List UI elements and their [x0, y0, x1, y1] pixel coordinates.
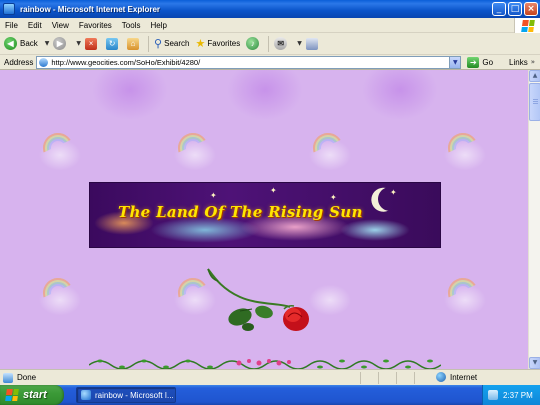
address-url: http://www.geocities.com/SoHo/Exhibit/42… — [51, 57, 201, 67]
ie-icon — [3, 3, 15, 15]
start-button[interactable]: start — [0, 385, 64, 405]
back-icon: ◀ — [4, 37, 17, 50]
vine-border-image — [89, 359, 441, 369]
minimize-button[interactable]: _ — [492, 2, 506, 16]
banner-title: The Land Of The Rising Sun — [118, 203, 363, 221]
menu-help[interactable]: Help — [145, 21, 171, 30]
back-dropdown-icon[interactable]: ▼ — [45, 40, 50, 47]
address-bar: Address http://www.geocities.com/SoHo/Ex… — [0, 55, 540, 70]
back-button[interactable]: ◀ Back — [4, 37, 38, 50]
rainbow-decoration — [31, 266, 84, 319]
menu-bar: File Edit View Favorites Tools Help — [0, 18, 540, 33]
start-label: start — [23, 389, 47, 401]
status-bar: Done Internet — [0, 369, 540, 385]
taskbar-item-ie[interactable]: rainbow - Microsoft I... — [76, 387, 176, 403]
forward-icon: ▶ — [53, 37, 67, 50]
menu-view[interactable]: View — [47, 21, 74, 30]
menu-file[interactable]: File — [0, 21, 23, 30]
favorites-button[interactable]: ★ Favorites — [195, 37, 240, 50]
status-panes — [360, 372, 430, 384]
stop-icon: × — [85, 37, 98, 50]
favorites-label: Favorites — [207, 39, 241, 48]
forward-dropdown-icon[interactable]: ▼ — [76, 40, 81, 47]
forward-button[interactable]: ▶ — [53, 37, 69, 50]
window-titlebar[interactable]: rainbow - Microsoft Internet Explorer _ … — [0, 0, 540, 18]
address-dropdown-icon[interactable]: ▼ — [449, 56, 461, 68]
rainbow-decoration — [31, 121, 84, 174]
rose-image — [207, 268, 309, 331]
banner-cloud — [340, 219, 410, 241]
maximize-button[interactable]: □ — [508, 2, 522, 16]
scroll-down-button[interactable]: ▼ — [529, 357, 540, 369]
go-icon[interactable]: ➔ — [467, 56, 480, 68]
rainbow-decoration — [436, 121, 489, 174]
media-icon: ♪ — [246, 37, 260, 50]
network-icon[interactable] — [488, 390, 498, 400]
rainbow-decoration — [301, 121, 354, 174]
windows-flag-icon — [520, 19, 535, 32]
star-icon: ✦ — [270, 186, 277, 195]
windows-logo — [514, 18, 540, 33]
toolbar-separator — [148, 35, 150, 52]
globe-icon — [436, 372, 446, 382]
home-icon: ⌂ — [127, 37, 140, 50]
crescent-moon-icon — [375, 184, 406, 215]
print-icon — [305, 37, 318, 50]
search-label: Search — [164, 39, 190, 48]
mail-dropdown-icon[interactable]: ▼ — [297, 40, 302, 47]
scroll-up-button[interactable]: ▲ — [529, 70, 540, 82]
window-title: rainbow - Microsoft Internet Explorer — [20, 4, 161, 14]
menu-edit[interactable]: Edit — [23, 21, 47, 30]
refresh-icon: ↻ — [106, 37, 119, 50]
search-button[interactable]: ⚲ Search — [154, 37, 189, 50]
address-label: Address — [4, 57, 34, 67]
system-tray: 2:37 PM — [482, 385, 540, 405]
title-banner-image: ✦ ✦ ✦ ✦ The Land Of The Rising Sun — [89, 182, 441, 248]
security-zone: Internet — [436, 372, 477, 382]
standard-toolbar: ◀ Back ▼ ▶ ▼ × ↻ ⌂ ⚲ Search ★ Favorites … — [0, 33, 540, 55]
print-button[interactable] — [305, 37, 321, 50]
page-done-icon — [3, 372, 13, 383]
scrollbar-thumb[interactable] — [529, 83, 540, 121]
toolbar-separator — [268, 35, 270, 52]
close-button[interactable]: × — [524, 2, 538, 16]
star-icon: ✦ — [210, 191, 217, 200]
menu-tools[interactable]: Tools — [117, 21, 146, 30]
status-text: Done — [17, 373, 37, 382]
stop-button[interactable]: × — [85, 37, 100, 50]
menu-favorites[interactable]: Favorites — [74, 21, 117, 30]
home-button[interactable]: ⌂ — [127, 37, 142, 50]
page-viewport: ✦ ✦ ✦ ✦ The Land Of The Rising Sun — [0, 70, 528, 369]
links-chevron-icon[interactable]: » — [531, 58, 535, 66]
page-icon — [39, 57, 49, 67]
taskbar-item-label: rainbow - Microsoft I... — [95, 390, 174, 400]
address-input[interactable]: http://www.geocities.com/SoHo/Exhibit/42… — [36, 55, 462, 69]
rainbow-decoration — [166, 121, 219, 174]
rainbow-decoration — [436, 266, 489, 319]
clock[interactable]: 2:37 PM — [503, 391, 533, 400]
star-icon: ✦ — [330, 193, 337, 202]
go-button[interactable]: Go — [482, 58, 493, 67]
windows-flag-icon — [5, 389, 19, 401]
media-button[interactable]: ♪ — [246, 37, 262, 50]
ie-icon — [81, 390, 91, 400]
window-controls: _ □ × — [492, 2, 538, 16]
favorites-icon: ★ — [195, 38, 206, 50]
back-label: Back — [20, 39, 38, 48]
taskbar: start rainbow - Microsoft I... 2:37 PM — [0, 385, 540, 405]
search-icon: ⚲ — [154, 38, 163, 50]
mail-icon: ✉ — [274, 37, 288, 50]
mail-button[interactable]: ✉ — [274, 37, 290, 50]
vertical-scrollbar[interactable]: ▲ ▼ — [528, 70, 540, 369]
links-button[interactable]: Links — [509, 58, 528, 67]
refresh-button[interactable]: ↻ — [106, 37, 121, 50]
zone-text: Internet — [450, 372, 478, 382]
